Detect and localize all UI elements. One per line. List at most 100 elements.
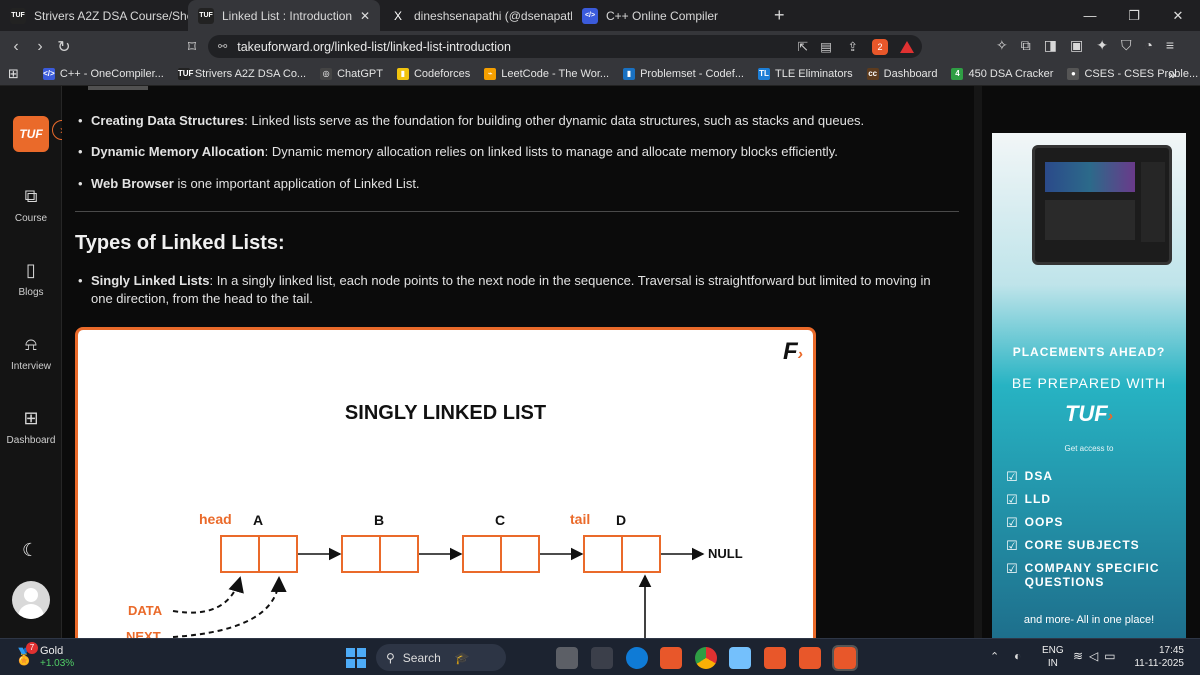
bookmark-item[interactable]: </> C++ - OneCompiler...: [42, 67, 164, 80]
site-info-icon[interactable]: ⚯: [218, 40, 227, 53]
vpn-icon[interactable]: ⛉: [1121, 37, 1132, 54]
wifi-volume-battery-icon[interactable]: ≋◁▭: [1073, 649, 1122, 663]
sidebar-item-label: Interview: [10, 361, 51, 372]
ad-feature-label: LLD: [1024, 492, 1051, 506]
task-view-icon[interactable]: [556, 647, 578, 669]
tab-strivers[interactable]: TUF Strivers A2Z DSA Course/Sheet - Crac: [0, 0, 188, 31]
bookmark-item[interactable]: ▮ Codeforces: [396, 67, 471, 80]
bookmark-item[interactable]: TL TLE Eliminators: [758, 67, 853, 80]
brave-icon[interactable]: [660, 647, 682, 669]
bookmark-label: ChatGPT: [337, 67, 383, 80]
divider: [75, 211, 959, 212]
more-bookmarks-icon[interactable]: »: [1168, 66, 1176, 82]
interview-icon: ⍾: [25, 334, 37, 354]
address-bar[interactable]: ⚯ takeuforward.org/linked-list/linked-li…: [208, 35, 922, 58]
ad-feature-item: ☑ COMPANY SPECIFIC QUESTIONS: [1006, 561, 1178, 589]
restore-button[interactable]: ❐: [1112, 0, 1156, 31]
bookmark-item[interactable]: ⌁ LeetCode - The Wor...: [484, 67, 609, 80]
minimize-button[interactable]: —: [1068, 0, 1112, 31]
ad-feature-item: ☑ OOPS: [1006, 515, 1178, 531]
section-heading: Types of Linked Lists:: [75, 232, 285, 254]
tuf-advertisement[interactable]: PLACEMENTS AHEAD? BE PREPARED WITH TUF› …: [992, 133, 1186, 638]
avatar[interactable]: [12, 581, 50, 619]
head-label: head: [199, 511, 232, 527]
brave-active-icon[interactable]: [832, 645, 858, 671]
brave-shields-icon[interactable]: 2: [872, 38, 888, 55]
brave-rewards-icon[interactable]: [900, 40, 914, 53]
bookmark-icon[interactable]: ⌑: [180, 35, 204, 59]
ad-feature-label: COMPANY SPECIFIC QUESTIONS: [1024, 561, 1160, 589]
chrome-icon[interactable]: [695, 647, 717, 669]
language-indicator[interactable]: ENG IN: [1042, 644, 1064, 670]
close-window-button[interactable]: ✕: [1156, 0, 1200, 31]
screenshot-icon[interactable]: ⧉: [1021, 37, 1031, 54]
stock-name[interactable]: Gold: [40, 645, 63, 657]
widget-badge: 7: [26, 642, 38, 654]
bookmark-item[interactable]: ▮ Problemset - Codef...: [623, 67, 744, 80]
sidebar-item-course[interactable]: ⧉ Course: [0, 186, 62, 224]
list-item: • Singly Linked Lists: In a singly linked…: [78, 273, 931, 306]
label-arrows: [172, 576, 287, 638]
bookmark-item[interactable]: 4 450 DSA Cracker: [951, 67, 1054, 80]
apps-grid-icon[interactable]: ⊞: [8, 66, 19, 82]
new-tab-button[interactable]: +: [762, 0, 797, 31]
sidebar-toggle-icon[interactable]: ◨: [1044, 37, 1057, 54]
profile-icon[interactable]: ◔: [1144, 37, 1152, 54]
store-icon[interactable]: [591, 647, 613, 669]
brave-profile-icon[interactable]: [799, 647, 821, 669]
bookmark-label: Codeforces: [413, 67, 471, 80]
share-icon[interactable]: ⇪: [848, 39, 858, 54]
edge-icon[interactable]: [626, 647, 648, 669]
course-icon: ⧉: [24, 186, 38, 206]
checkbox-icon: ☑: [1006, 492, 1019, 507]
reload-icon[interactable]: ↻: [52, 35, 76, 59]
close-tab-icon[interactable]: ✕: [352, 9, 370, 23]
bookmark-item[interactable]: ◎ ChatGPT: [320, 67, 383, 80]
sidebar-item-interview[interactable]: ⍾ Interview: [0, 334, 62, 372]
node-b: [341, 535, 419, 573]
tab-linked-list[interactable]: TUF Linked List : Introduction - Tutori …: [188, 0, 380, 31]
tuf-logo[interactable]: TUF: [13, 116, 49, 152]
bookmark-label: 450 DSA Cracker: [968, 67, 1054, 80]
ad-feature-label: CORE SUBJECTS: [1024, 538, 1140, 552]
back-icon[interactable]: ‹: [4, 35, 28, 59]
bookmark-label: CSES - CSES Proble...: [1084, 67, 1199, 80]
forward-icon[interactable]: ›: [28, 35, 52, 59]
start-icon[interactable]: [346, 648, 366, 668]
bookmark-label: Dashboard: [883, 67, 938, 80]
bookmark-label: Problemset - Codef...: [640, 67, 744, 80]
keyboard-app-icon[interactable]: [729, 647, 751, 669]
tab-cpp-compiler[interactable]: </> C++ Online Compiler: [572, 0, 762, 31]
tuf-favicon-icon: TUF: [10, 7, 26, 24]
bookmark-favicon-icon: </>: [42, 67, 55, 80]
menu-icon[interactable]: ≡: [1166, 37, 1174, 54]
bookmark-favicon-icon: ▮: [396, 67, 409, 80]
brave-profile-icon[interactable]: [764, 647, 786, 669]
tray-overflow-icon[interactable]: ⌃: [990, 650, 999, 663]
dark-mode-icon[interactable]: ☾: [22, 540, 38, 561]
node-c: [462, 535, 540, 573]
singly-linked-list-diagram: F› SINGLY LINKED LIST head A B C tail D …: [75, 327, 816, 638]
leo-ai-icon[interactable]: ✦: [1096, 37, 1108, 54]
bookmark-item[interactable]: cc Dashboard: [866, 67, 938, 80]
scrollbar[interactable]: [974, 86, 982, 638]
ad-feature-label: DSA: [1024, 469, 1053, 483]
tablet-image: [1032, 145, 1172, 265]
url-text[interactable]: takeuforward.org/linked-list/linked-list…: [237, 40, 511, 54]
sidebar-item-dashboard[interactable]: ⊞ Dashboard: [0, 408, 62, 446]
wallet-icon[interactable]: ▣: [1070, 37, 1083, 54]
bookmark-favicon-icon: TL: [758, 67, 770, 80]
bookmark-item[interactable]: TUF Strivers A2Z DSA Co...: [177, 67, 306, 80]
ad-headline: PLACEMENTS AHEAD?: [1012, 345, 1166, 359]
taskbar-search[interactable]: ⚲ Search 🎓: [376, 644, 506, 671]
reader-mode-icon[interactable]: ▤: [820, 39, 832, 54]
tab-x-profile[interactable]: X dineshsenapathi (@dsenapathi4) / X: [380, 0, 572, 31]
clock[interactable]: 17:45 11-11-2025: [1130, 644, 1184, 670]
bookmark-item[interactable]: ● CSES - CSES Proble...: [1067, 67, 1199, 80]
windows-taskbar: 🏅 7 Gold +1.03% ⚲ Search 🎓 ⌃ ◐ ENG IN ≋◁▭ …: [0, 638, 1200, 675]
tray-app-icon[interactable]: ◐: [1014, 649, 1021, 663]
extensions-icon[interactable]: ✧: [996, 37, 1008, 54]
sidebar-item-label: Course: [14, 213, 48, 224]
sidebar-item-blogs[interactable]: ▯ Blogs: [0, 260, 62, 298]
open-external-icon[interactable]: ⇱: [798, 39, 808, 54]
